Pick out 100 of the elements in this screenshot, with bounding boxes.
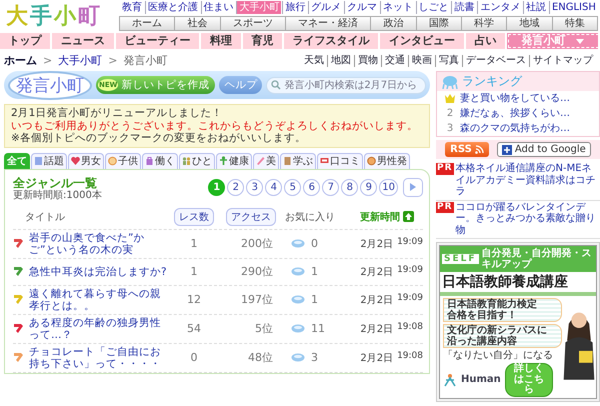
section-tab[interactable]: ホーム [119, 16, 176, 31]
topic-link[interactable]: チョコレート「ご自由にお持ち下さい」って・・・・ [29, 346, 167, 370]
pr-link[interactable]: 本格ネイル通信講座のN-MEネイルアカデミー資料請求はコチラ [456, 163, 600, 198]
section-logo[interactable]: 発言小町 [8, 70, 92, 100]
page-button[interactable]: 8 [341, 178, 358, 196]
pr-badge: PR [436, 202, 454, 213]
page-button[interactable]: 6 [303, 178, 320, 196]
pr-badge: PR [436, 163, 454, 174]
nav-tab[interactable]: インタビュー [380, 33, 466, 49]
utility-link[interactable]: 映画 [408, 54, 435, 66]
nav-link[interactable]: 社説 [523, 1, 548, 14]
up-arrow-icon [403, 211, 414, 222]
nav-link[interactable]: 医療と介護 [144, 1, 200, 14]
section-tab[interactable]: 特集 [552, 16, 598, 31]
page-button[interactable]: 3 [246, 178, 264, 196]
breadcrumb-link[interactable]: 大手小町 [58, 53, 102, 68]
sort-button[interactable]: アクセス [226, 208, 276, 226]
circle-icon [108, 156, 117, 166]
current-page[interactable]: 発言小町 [123, 53, 168, 68]
topic-link[interactable]: ある程度の年齢の独身男性って…？ [29, 316, 167, 340]
comment-bubble-icon [291, 324, 305, 333]
ranking-link[interactable]: 妻と買い物をしている… [460, 92, 570, 105]
response-count: 12 [186, 293, 202, 306]
genre-tab[interactable]: 働く [142, 152, 178, 168]
nav-tab[interactable]: ニュース [52, 33, 116, 49]
nav-tab[interactable]: ライフスタイル [284, 33, 380, 49]
update-time: 19:08 [397, 322, 423, 334]
nav-link[interactable]: クルマ [344, 1, 379, 14]
page-button[interactable]: 10 [379, 178, 398, 196]
update-date: 2月2日 [360, 294, 394, 306]
add-to-google-button[interactable]: Add to Google [496, 142, 591, 157]
crown-icon [445, 94, 455, 103]
ranking-link[interactable]: 嫌だなぁ、挨拶くらい… [460, 107, 570, 120]
update-time: 19:08 [397, 350, 423, 362]
favorite-count: 3 [311, 351, 318, 364]
utility-link[interactable]: 地図 [327, 54, 354, 66]
notice-text: 2月1日発言小町がリニューアルしました！ [11, 107, 224, 120]
section-tab[interactable]: マネー・経済 [284, 16, 372, 31]
pr-link[interactable]: ココロが躍るバレンタインデー。きっとみつかる素敵な贈り物 [456, 202, 600, 236]
nav-link[interactable]: しごと [416, 1, 451, 14]
page-button[interactable]: 4 [265, 178, 282, 196]
update-date: 2月2日 [360, 266, 394, 278]
nav-tab[interactable]: トップ [0, 33, 52, 49]
genre-tab[interactable]: 男女 [68, 152, 104, 168]
ad-company: Human [461, 374, 501, 386]
section-tab[interactable]: スポーツ [220, 16, 286, 31]
sort-button[interactable]: レス数 [174, 208, 214, 226]
nav-link[interactable]: 旅行 [282, 1, 308, 14]
sorted-column-header[interactable]: 更新時間 [360, 210, 414, 224]
page-button[interactable]: 2 [227, 178, 244, 196]
genre-tab[interactable]: 子供 [105, 152, 141, 168]
genre-tab[interactable]: 健康 [216, 152, 252, 168]
utility-link[interactable]: 交通 [381, 54, 408, 66]
section-tab[interactable]: 科学 [460, 16, 508, 31]
utility-link[interactable]: 天気 [301, 54, 327, 66]
people-icon [182, 156, 191, 166]
genre-tab[interactable]: 男性発 [364, 152, 410, 168]
ad-tagline: 自分発見・自分開発・スキルアップ [482, 248, 593, 270]
page-button[interactable]: 9 [360, 178, 378, 196]
utility-link[interactable]: データベース [462, 54, 529, 66]
utility-link[interactable]: サイトマップ [529, 54, 596, 66]
ad-point-text: 沿った講座内容 [447, 336, 518, 347]
access-rank: 48位 [247, 350, 274, 365]
breadcrumb-link[interactable]: ホーム [4, 53, 37, 68]
section-tab[interactable]: 地域 [506, 16, 553, 31]
topic-link[interactable]: 遠く離れて暮らす母への親孝行とは。。 [29, 288, 167, 312]
section-tab[interactable]: 政治 [370, 16, 417, 31]
nav-link[interactable]: ネット [380, 1, 415, 14]
nav-link[interactable]: グルメ [308, 1, 344, 14]
favorite-count: 11 [311, 322, 325, 335]
genre-tab[interactable]: ひと [179, 152, 215, 168]
nav-tab[interactable]: 料理 [201, 33, 243, 49]
arrow-icon [410, 183, 416, 191]
topic-link[interactable]: 岩手の山奥で食べた”かご”という名の木の実 [29, 232, 167, 256]
section-tab[interactable]: 社会 [174, 16, 221, 31]
page-button[interactable]: 5 [284, 178, 302, 196]
genre-tab[interactable]: 口コミ [317, 152, 363, 168]
nav-link[interactable]: ENGLISH [548, 1, 598, 14]
ad-slogan: 「なりたい自分」になる [443, 350, 554, 361]
topic-link[interactable]: 急性中耳炎は完治しますか? [29, 266, 167, 278]
nav-link[interactable]: エンタメ [477, 1, 522, 14]
ad-brand: SELF [442, 254, 479, 264]
utility-link[interactable]: 買物 [354, 54, 381, 66]
section-tab[interactable]: 国際 [416, 16, 462, 31]
genre-tab[interactable]: 美 [253, 152, 279, 168]
nav-link[interactable]: 読書 [451, 1, 476, 14]
caret-icon[interactable] [576, 38, 584, 44]
column-header: お気に入り [285, 210, 336, 224]
genre-tab[interactable]: 学ぶ [280, 152, 316, 168]
genre-tab[interactable]: 話題 [31, 152, 67, 168]
nav-tab[interactable]: ビューティー [116, 33, 202, 49]
page-button[interactable]: 7 [322, 178, 340, 196]
nav-tab[interactable]: 育児 [242, 33, 284, 49]
ranking-link[interactable]: 森のクマの気持ちがわ… [460, 122, 570, 135]
rank-number: 3 [446, 122, 454, 135]
utility-link[interactable]: 写真 [435, 54, 462, 66]
next-page-button[interactable] [403, 178, 423, 196]
nav-link[interactable]: 教育 [120, 1, 144, 14]
breadcrumb-separator: > [108, 54, 118, 67]
ranking-title: ランキング [462, 73, 522, 90]
